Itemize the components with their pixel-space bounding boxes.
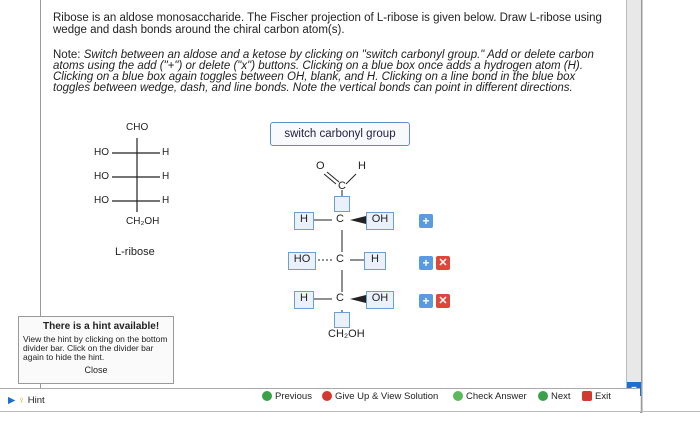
fischer-left-3: HO [94,195,109,206]
hint-body: View the hint by clicking on the bottom … [23,334,168,362]
carbonyl-bond-box[interactable] [334,196,350,212]
fischer-left-2: HO [94,171,109,182]
row3-left-box[interactable]: H [294,291,314,309]
fischer-right-3: H [162,195,170,206]
exit-icon [582,391,592,402]
give-up-label: Give Up & View Solution [335,391,439,402]
carbonyl-hydrogen: H [358,160,366,172]
row2-left-box[interactable]: HO [288,252,316,270]
previous-button[interactable]: Previous [262,391,312,402]
previous-label: Previous [275,391,312,402]
fischer-left-1: HO [94,147,109,158]
give-up-button[interactable]: Give Up & View Solution [322,391,438,402]
delete-carbon-button-2[interactable]: ✕ [436,256,450,270]
bottom-group: CH₂OH [328,328,365,340]
next-button[interactable]: Next [538,391,571,402]
carbonyl-carbon: C [338,180,346,192]
fischer-right-2: H [162,171,170,182]
row1-left-box[interactable]: H [294,212,314,230]
add-carbon-button-2[interactable]: + [419,256,433,270]
row3-carbon: C [336,292,344,304]
row2-right-box[interactable]: H [364,252,386,270]
row1-right-box[interactable]: OH [366,212,394,230]
hint-label: Hint [27,395,45,406]
question-prompt: Ribose is an aldose monosaccharide. The … [53,12,602,36]
row2-carbon: C [336,253,344,265]
molecule-editor: O H C H C OH HO C H H C OH CH₂OH [280,156,480,356]
row1-carbon: C [336,213,344,225]
next-icon [538,391,548,402]
fischer-right-1: H [162,147,170,158]
check-answer-label: Check Answer [466,391,527,402]
add-carbon-button-3[interactable]: + [419,294,433,308]
switch-carbonyl-button[interactable]: switch carbonyl group [270,122,410,146]
carbonyl-oxygen: O [316,160,325,172]
scrollbar[interactable]: ▼ [626,0,641,412]
row3-right-box[interactable]: OH [366,291,394,309]
add-carbon-button-1[interactable]: + [419,214,433,228]
bottom-bond-box[interactable] [334,312,350,328]
hint-bulb-icon: ♀ [17,395,26,406]
previous-icon [262,391,272,402]
exit-button[interactable]: Exit [582,391,611,402]
instruction-note: Note: Switch between an aldose and a ket… [53,49,613,94]
window-bottom-border [0,411,700,412]
give-up-icon [322,391,332,402]
check-answer-button[interactable]: Check Answer [453,391,527,402]
next-label: Next [551,391,571,402]
hint-popup: There is a hint available! View the hint… [18,316,174,384]
fischer-bottom: CH₂OH [126,216,160,227]
note-text: Switch between an aldose and a ketose by… [53,49,594,94]
fischer-name: L-ribose [115,246,155,258]
hint-close-button[interactable]: Close [23,366,169,375]
hint-toggle[interactable]: ▶ ♀ Hint [8,395,45,406]
play-icon: ▶ [8,395,16,406]
exit-label: Exit [595,391,611,402]
delete-carbon-button-3[interactable]: ✕ [436,294,450,308]
check-icon [453,391,463,402]
fischer-top: CHO [126,122,149,133]
hint-title: There is a hint available! [43,321,160,332]
